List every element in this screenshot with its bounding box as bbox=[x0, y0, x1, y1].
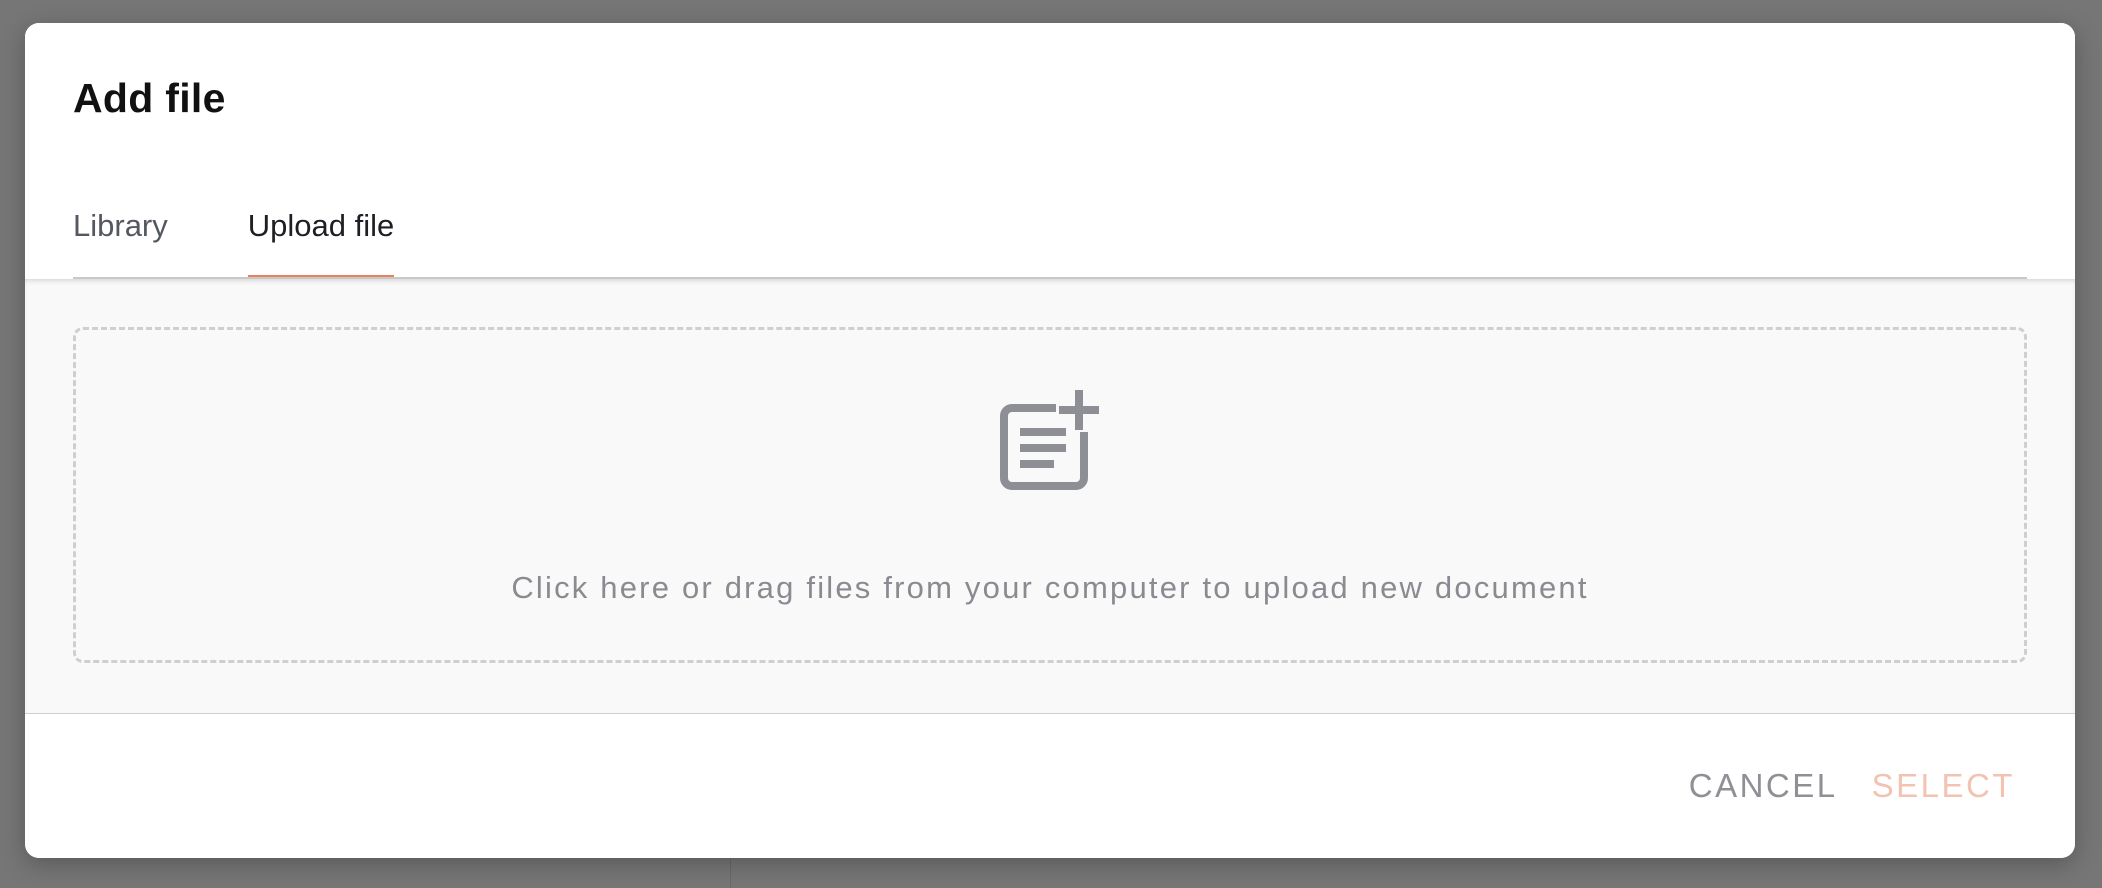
cancel-button[interactable]: CANCEL bbox=[1689, 764, 1838, 808]
upload-dropzone[interactable]: Click here or drag files from your compu… bbox=[73, 327, 2027, 663]
add-file-dialog: Add file Library Upload file Click here … bbox=[25, 23, 2075, 858]
footer-actions: CANCEL SELECT bbox=[1689, 764, 2015, 808]
dropzone-instructions: Click here or drag files from your compu… bbox=[511, 570, 1589, 605]
tab-upload-file[interactable]: Upload file bbox=[247, 183, 395, 279]
dialog-footer: CANCEL SELECT bbox=[25, 713, 2075, 858]
select-button[interactable]: SELECT bbox=[1872, 764, 2015, 808]
tab-library[interactable]: Library bbox=[73, 183, 168, 279]
background-panel-divider bbox=[730, 858, 731, 888]
dialog-title: Add file bbox=[73, 75, 226, 121]
note-add-icon bbox=[1000, 388, 1102, 490]
dialog-header: Add file Library Upload file bbox=[25, 23, 2075, 279]
dialog-body: Click here or drag files from your compu… bbox=[25, 279, 2075, 713]
tab-bar: Library Upload file bbox=[73, 183, 2027, 279]
